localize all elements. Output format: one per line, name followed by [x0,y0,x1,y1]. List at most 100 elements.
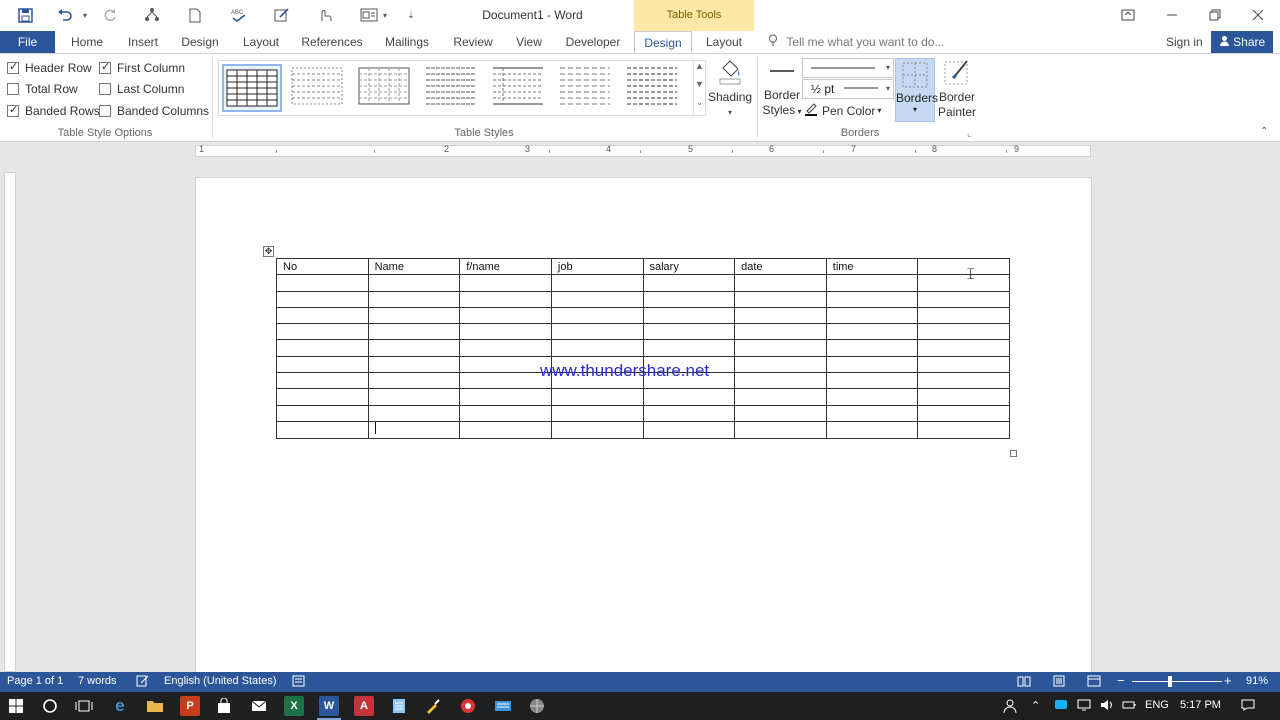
table-cell[interactable] [642,274,736,292]
pen-color-button[interactable]: Pen Color ▾ [804,102,881,119]
tell-me-box[interactable]: Tell me what you want to do... [768,31,944,53]
tab-home[interactable]: Home [62,31,112,53]
table-cell[interactable] [825,274,919,292]
table-move-handle-icon[interactable]: ✥ [263,246,274,257]
table-cell[interactable]: No [276,257,369,276]
table-cell[interactable]: f/name [459,257,552,276]
tab-review[interactable]: Review [448,31,498,53]
web-layout-icon[interactable] [1087,675,1101,690]
table-cell[interactable] [459,388,552,406]
share-button[interactable]: Share [1211,31,1273,53]
table-cell[interactable] [550,388,644,406]
word-count[interactable]: 7 words [78,675,117,687]
table-cell[interactable] [825,323,919,341]
table-cell[interactable] [276,290,369,308]
table-cell[interactable] [917,388,1010,406]
excel-icon[interactable]: X [284,696,304,716]
table-cell[interactable] [642,306,736,325]
column-marker[interactable] [276,150,277,153]
table-cell[interactable]: Name [367,257,461,276]
tab-insert[interactable]: Insert [120,31,166,53]
table-cell[interactable] [367,372,461,390]
word-icon[interactable]: W [319,696,339,716]
ribbon-display-options-icon[interactable] [1112,5,1144,25]
tab-design[interactable]: Design [175,31,225,53]
language-indicator[interactable]: English (United States) [164,675,277,687]
banded-columns-checkbox[interactable]: Banded Columns [99,104,209,118]
tab-table-layout[interactable]: Layout [698,31,750,53]
table-cell[interactable] [459,306,552,325]
read-mode-icon[interactable] [1017,675,1031,690]
table-cell[interactable] [276,355,369,374]
table-cell[interactable] [642,388,736,406]
table-style-plain-4[interactable] [557,64,617,112]
macro-recording-icon[interactable] [292,675,305,690]
table-cell[interactable] [367,355,461,374]
system-clock[interactable]: 5:17 PM [1180,699,1221,711]
table-cell[interactable] [276,388,369,406]
shading-dropdown-icon[interactable]: ▾ [708,105,752,120]
last-column-checkbox[interactable]: Last Column [99,82,184,96]
column-marker[interactable] [640,150,641,153]
column-marker[interactable] [823,150,824,153]
volume-icon[interactable] [1100,699,1114,714]
proofing-icon[interactable] [136,675,149,690]
horizontal-ruler[interactable]: 1 2 3 4 5 6 7 8 9 [195,144,1091,157]
zoom-level[interactable]: 91% [1246,675,1268,687]
zoom-slider-track[interactable] [1132,681,1222,682]
column-marker[interactable] [732,150,733,153]
zoom-out-icon[interactable]: − [1117,673,1125,688]
total-row-checkbox[interactable]: Total Row [7,82,78,96]
tab-file[interactable]: File [0,31,55,53]
vertical-ruler[interactable] [4,172,16,672]
table-cell[interactable] [276,372,369,390]
collapse-ribbon-icon[interactable]: ⌃ [1260,126,1268,137]
table-style-plain-5[interactable] [624,64,684,112]
line-style-dropdown[interactable]: ▾ [802,58,894,78]
tab-mailings[interactable]: Mailings [379,31,435,53]
table-cell[interactable] [550,420,644,439]
globe-app-icon[interactable] [527,696,547,716]
border-styles-button[interactable]: Border Styles ▾ [762,58,802,119]
table-cell[interactable] [825,339,919,357]
store-icon[interactable] [214,696,234,716]
restore-icon[interactable] [1199,5,1231,25]
keyboard-app-icon[interactable] [493,696,513,716]
tab-view[interactable]: View [508,31,550,53]
table-cell[interactable] [825,290,919,308]
table-cell[interactable] [459,404,552,422]
document-table[interactable]: No Name f/name job salary date time [276,257,1010,439]
table-cell[interactable] [917,290,1010,308]
notifications-icon[interactable] [1241,699,1255,714]
table-cell[interactable] [917,420,1010,439]
access-icon[interactable]: A [354,696,374,716]
table-cell[interactable] [734,339,827,357]
file-explorer-icon[interactable] [145,696,165,716]
sign-in-link[interactable]: Sign in [1166,31,1203,53]
battery-icon[interactable] [1122,699,1136,714]
table-cell[interactable] [550,290,644,308]
table-cell[interactable] [734,420,827,439]
table-cell[interactable] [276,274,369,292]
table-cell[interactable] [734,388,827,406]
tab-developer[interactable]: Developer [560,31,626,53]
table-cell[interactable] [459,355,552,374]
indent-marker[interactable] [374,150,375,153]
table-cell[interactable] [734,306,827,325]
table-cell[interactable] [367,306,461,325]
table-cell[interactable] [734,355,827,374]
table-cell[interactable] [917,339,1010,357]
tab-table-design[interactable]: Design [634,31,692,53]
table-style-plain-3[interactable] [490,64,550,112]
borders-button[interactable]: Borders ▾ [895,58,938,122]
tab-references[interactable]: References [298,31,366,53]
table-style-plain-1[interactable] [356,64,416,112]
table-style-plain-2[interactable] [423,64,483,112]
line-weight-dropdown[interactable]: ½ pt ▾ [802,79,894,99]
table-cell[interactable] [734,372,827,390]
table-cell[interactable]: time [825,257,919,276]
table-cell[interactable] [276,420,369,439]
paint-icon[interactable] [423,696,443,716]
table-cell[interactable] [917,257,1010,276]
mail-icon[interactable] [249,696,269,716]
